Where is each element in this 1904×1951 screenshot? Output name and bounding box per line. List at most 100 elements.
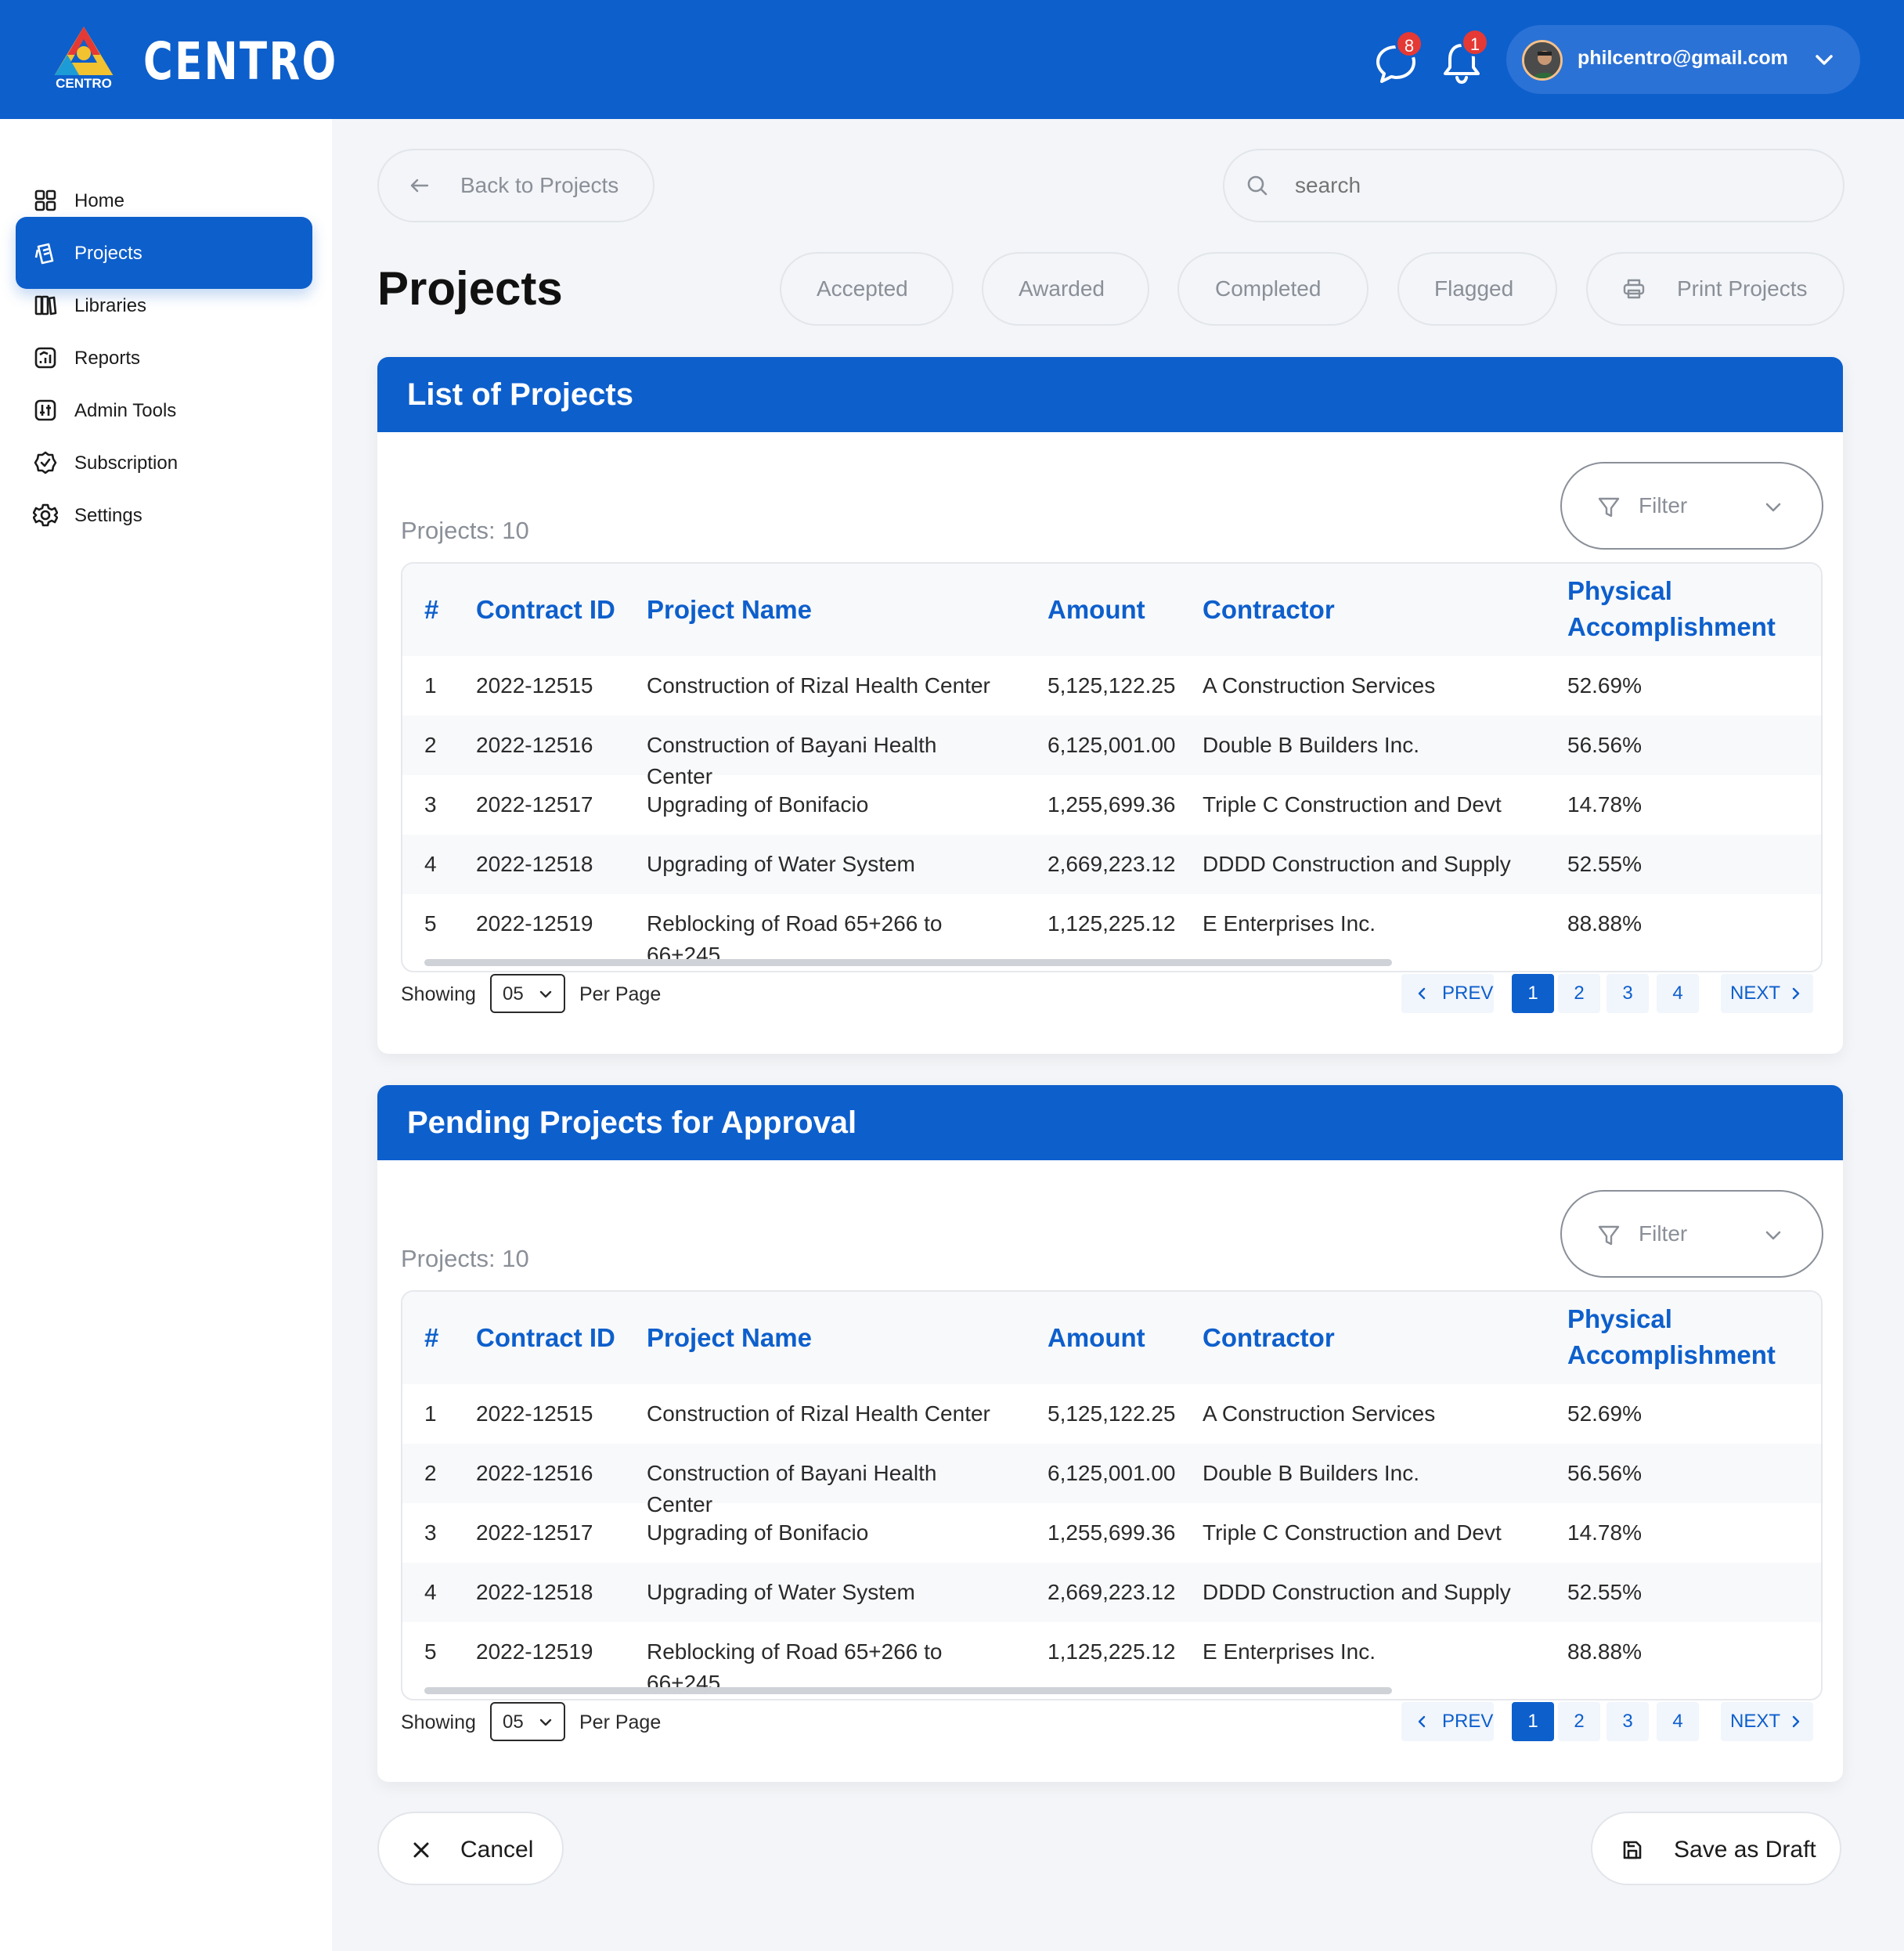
tab-completed[interactable]: Completed bbox=[1177, 252, 1368, 326]
page-4-button[interactable]: 4 bbox=[1657, 974, 1699, 1013]
admin-tools-icon bbox=[33, 398, 58, 423]
horizontal-scrollbar[interactable] bbox=[424, 1687, 1392, 1694]
next-page-button[interactable]: NEXT bbox=[1721, 974, 1813, 1013]
page-1-button[interactable]: 1 bbox=[1512, 1702, 1554, 1741]
col-contractor-header[interactable]: Contractor bbox=[1203, 592, 1335, 628]
col-amount-cell: 2,669,223.12 bbox=[1048, 1580, 1176, 1604]
col-contract-id-cell: 2022-12515 bbox=[476, 673, 593, 698]
arrow-left-icon bbox=[409, 175, 431, 197]
col-amount-header[interactable]: Amount bbox=[1048, 592, 1145, 628]
funnel-icon bbox=[1596, 1223, 1621, 1248]
col-physical-accomplishment-cell: 14.78% bbox=[1567, 1520, 1642, 1545]
table-row[interactable]: 4 2022-12518 Upgrading of Water System 2,66… bbox=[402, 1563, 1821, 1622]
col-contractor-header[interactable]: Contractor bbox=[1203, 1320, 1335, 1356]
back-button-label: Back to Projects bbox=[460, 173, 619, 197]
col-hash-cell: 3 bbox=[424, 1520, 437, 1545]
search-input[interactable] bbox=[1295, 166, 1812, 205]
col-hash-cell: 5 bbox=[424, 1639, 437, 1664]
chevron-down-icon bbox=[1762, 496, 1784, 518]
page-1-button[interactable]: 1 bbox=[1512, 974, 1554, 1013]
col-hash-cell: 1 bbox=[424, 1401, 437, 1426]
prev-page-button[interactable]: PREV bbox=[1401, 1702, 1494, 1741]
table-row[interactable]: 5 2022-12519 Reblocking of Road 65+266 to … bbox=[402, 894, 1821, 967]
col-contract-id-header[interactable]: Contract ID bbox=[476, 592, 615, 628]
table-row[interactable]: 3 2022-12517 Upgrading of Bonifacio 1,255,6… bbox=[402, 1503, 1821, 1563]
per-page-select[interactable]: 05 bbox=[490, 974, 565, 1013]
user-menu[interactable]: philcentro@gmail.com bbox=[1506, 25, 1860, 94]
next-label: NEXT bbox=[1730, 1711, 1781, 1732]
table-header: # Contract ID Project Name Amount Contractor… bbox=[402, 1292, 1821, 1384]
prev-label: PREV bbox=[1442, 1711, 1494, 1732]
table-row[interactable]: 2 2022-12516 Construction of Bayani Health… bbox=[402, 1444, 1821, 1516]
filter-dropdown[interactable]: Filter bbox=[1560, 1190, 1823, 1278]
page-4-button[interactable]: 4 bbox=[1657, 1702, 1699, 1741]
pending-projects-panel: Pending Projects for Approval Filter Proje… bbox=[377, 1085, 1843, 1782]
page-2-button[interactable]: 2 bbox=[1558, 974, 1600, 1013]
next-page-button[interactable]: NEXT bbox=[1721, 1702, 1813, 1741]
table-row[interactable]: 5 2022-12519 Reblocking of Road 65+266 to … bbox=[402, 1622, 1821, 1695]
col-physical-accomplishment-header[interactable]: Physical Accomplishment bbox=[1567, 1301, 1802, 1373]
list-of-projects-panel: List of Projects Filter Projects: 10 # Contr… bbox=[377, 357, 1843, 1054]
col-contract-id-cell: 2022-12518 bbox=[476, 852, 593, 876]
col-physical-accomplishment-cell: 56.56% bbox=[1567, 1461, 1642, 1485]
horizontal-scrollbar[interactable] bbox=[424, 959, 1392, 966]
col-contract-id-cell: 2022-12518 bbox=[476, 1580, 593, 1604]
page-2-button[interactable]: 2 bbox=[1558, 1702, 1600, 1741]
filter-label: Filter bbox=[1639, 1221, 1688, 1246]
table-row[interactable]: 4 2022-12518 Upgrading of Water System 2,66… bbox=[402, 835, 1821, 894]
table-row[interactable]: 1 2022-12515 Construction of Rizal Health … bbox=[402, 656, 1821, 716]
per-page-select[interactable]: 05 bbox=[490, 1702, 565, 1741]
page-3-button[interactable]: 3 bbox=[1606, 1702, 1649, 1741]
col-hash-cell: 4 bbox=[424, 1580, 437, 1604]
col-hash-header[interactable]: # bbox=[424, 592, 438, 628]
sidebar-item-settings[interactable]: Settings bbox=[16, 479, 312, 551]
chevron-right-icon bbox=[1788, 986, 1804, 1001]
back-to-projects-button[interactable]: Back to Projects bbox=[377, 149, 654, 222]
project-count: Projects: 10 bbox=[401, 1245, 529, 1272]
col-physical-accomplishment-header[interactable]: Physical Accomplishment bbox=[1567, 573, 1802, 645]
printer-icon bbox=[1622, 277, 1646, 301]
tab-awarded[interactable]: Awarded bbox=[982, 252, 1149, 326]
cancel-button[interactable]: Cancel bbox=[377, 1812, 564, 1885]
page-3-button[interactable]: 3 bbox=[1606, 974, 1649, 1013]
tab-flagged[interactable]: Flagged bbox=[1397, 252, 1557, 326]
col-amount-header[interactable]: Amount bbox=[1048, 1320, 1145, 1356]
reports-icon bbox=[33, 345, 58, 370]
tab-accepted[interactable]: Accepted bbox=[780, 252, 954, 326]
centro-logo[interactable]: CENTRO bbox=[45, 23, 122, 92]
prev-page-button[interactable]: PREV bbox=[1401, 974, 1494, 1013]
col-contract-id-header[interactable]: Contract ID bbox=[476, 1320, 615, 1356]
col-amount-cell: 1,255,699.36 bbox=[1048, 1520, 1176, 1545]
chat-button[interactable]: 8 bbox=[1372, 30, 1423, 86]
save-as-draft-button[interactable]: Save as Draft bbox=[1591, 1812, 1841, 1885]
col-hash-header[interactable]: # bbox=[424, 1320, 438, 1356]
chevron-right-icon bbox=[1788, 1714, 1804, 1729]
books-icon bbox=[33, 293, 58, 318]
table-row[interactable]: 2 2022-12516 Construction of Bayani Health… bbox=[402, 716, 1821, 788]
showing-label: Showing bbox=[401, 983, 476, 1005]
sidebar-item-label: Reports bbox=[74, 348, 141, 369]
cancel-label: Cancel bbox=[460, 1837, 534, 1863]
filter-dropdown[interactable]: Filter bbox=[1560, 462, 1823, 550]
search-bar[interactable] bbox=[1223, 149, 1844, 222]
col-project-name-cell: Upgrading of Water System bbox=[647, 1580, 915, 1604]
chevron-down-icon bbox=[537, 1714, 554, 1731]
tab-label: Awarded bbox=[1019, 276, 1105, 301]
col-hash-cell: 1 bbox=[424, 673, 437, 698]
table-row[interactable]: 3 2022-12517 Upgrading of Bonifacio 1,255,6… bbox=[402, 775, 1821, 835]
table-row[interactable]: 1 2022-12515 Construction of Rizal Health … bbox=[402, 1384, 1821, 1444]
top-header: CENTRO CENTRO 8 1 philcentro@gmail.com bbox=[0, 0, 1904, 119]
projects-table: # Contract ID Project Name Amount Contractor… bbox=[401, 562, 1823, 972]
col-hash-cell: 3 bbox=[424, 792, 437, 817]
notifications-button[interactable]: 1 bbox=[1437, 28, 1489, 86]
print-projects-button[interactable]: Print Projects bbox=[1586, 252, 1844, 326]
chevron-down-icon bbox=[1762, 1224, 1784, 1246]
user-email: philcentro@gmail.com bbox=[1578, 47, 1788, 69]
sidebar-item-label: Settings bbox=[74, 505, 142, 526]
col-project-name-header[interactable]: Project Name bbox=[647, 592, 812, 628]
col-project-name-header[interactable]: Project Name bbox=[647, 1320, 812, 1356]
chevron-down-icon[interactable] bbox=[1813, 49, 1835, 70]
prev-label: PREV bbox=[1442, 983, 1494, 1004]
filter-label: Filter bbox=[1639, 493, 1688, 518]
panel-title: Pending Projects for Approval bbox=[377, 1085, 1843, 1160]
